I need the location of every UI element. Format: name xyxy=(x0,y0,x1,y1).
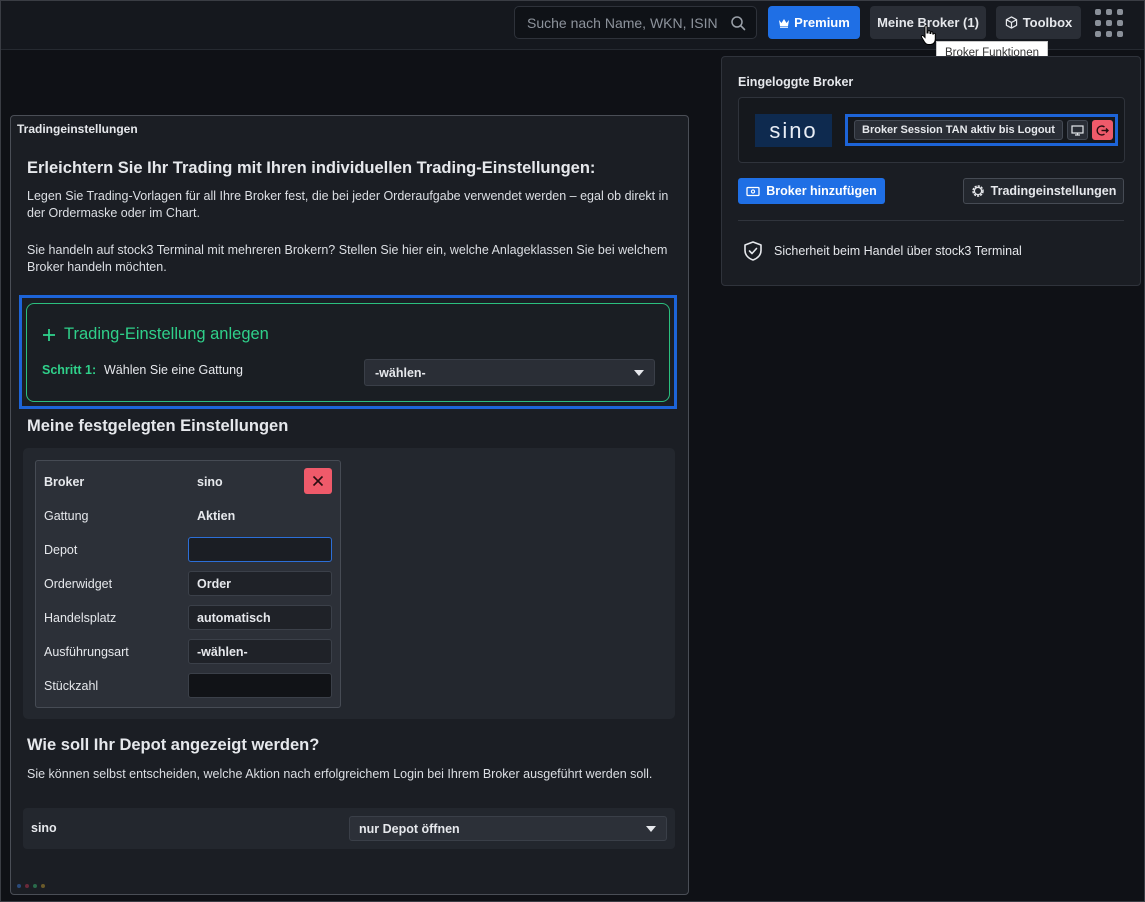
chevron-down-icon xyxy=(634,370,644,376)
my-settings-heading: Meine festgelegten Einstellungen xyxy=(27,417,289,435)
security-text: Sicherheit beim Handel über stock3 Termi… xyxy=(774,244,1022,258)
crown-icon xyxy=(779,18,790,28)
session-controls-highlight: Broker Session TAN aktiv bis Logout xyxy=(845,114,1118,146)
depot-broker-name: sino xyxy=(31,821,57,835)
depot-action-row: sino nur Depot öffnen xyxy=(23,808,675,849)
premium-button[interactable]: Premium xyxy=(768,6,860,39)
shield-check-icon xyxy=(744,241,762,261)
create-setting-title[interactable]: Trading-Einstellung anlegen xyxy=(42,325,269,344)
depot-field[interactable] xyxy=(188,537,332,562)
depot-action-value: nur Depot öffnen xyxy=(359,821,460,836)
search-icon[interactable] xyxy=(730,15,746,31)
wallet-icon xyxy=(746,186,760,196)
depot-description: Sie können selbst entscheiden, welche Ak… xyxy=(27,767,653,781)
venue-select[interactable]: automatisch xyxy=(188,605,332,630)
quantity-label: Stückzahl xyxy=(44,679,99,693)
premium-label: Premium xyxy=(794,15,850,30)
intro-heading: Erleichtern Sie Ihr Trading mit Ihren in… xyxy=(27,159,596,177)
toolbox-label: Toolbox xyxy=(1022,15,1073,30)
search-box[interactable] xyxy=(514,6,757,39)
logged-in-brokers-title: Eingeloggte Broker xyxy=(738,75,854,89)
execution-label: Ausführungsart xyxy=(44,645,129,659)
trading-settings-label: Tradingeinstellungen xyxy=(990,184,1117,198)
close-icon xyxy=(312,475,324,487)
security-info[interactable]: Sicherheit beim Handel über stock3 Termi… xyxy=(742,240,1022,262)
step-label: Schritt 1: xyxy=(42,363,97,377)
search-input[interactable] xyxy=(527,14,730,31)
create-setting-label: Trading-Einstellung anlegen xyxy=(64,325,269,343)
status-dots xyxy=(17,884,45,888)
execution-select[interactable]: -wählen- xyxy=(188,639,332,664)
add-broker-label: Broker hinzufügen xyxy=(766,184,877,198)
trading-settings-button[interactable]: Tradingeinstellungen xyxy=(963,178,1124,204)
broker-label: Broker xyxy=(44,475,85,489)
orderwidget-label: Orderwidget xyxy=(44,577,113,591)
broker-value: sino xyxy=(197,475,223,489)
step-text: Wählen Sie eine Gattung xyxy=(104,363,243,377)
add-broker-button[interactable]: Broker hinzufügen xyxy=(738,178,885,204)
logout-icon xyxy=(1096,124,1109,136)
settings-area: Broker sino Gattung Aktien Depot Orderwi… xyxy=(23,448,675,719)
toolbox-button[interactable]: Toolbox xyxy=(996,6,1081,39)
gear-icon xyxy=(971,185,984,197)
genus-value: Aktien xyxy=(197,509,236,523)
genus-select[interactable]: -wählen- xyxy=(364,359,655,386)
monitor-button[interactable] xyxy=(1066,120,1088,140)
logout-button[interactable] xyxy=(1091,120,1113,140)
delete-setting-button[interactable] xyxy=(304,468,332,494)
cube-icon xyxy=(1005,16,1017,29)
create-setting-box: Trading-Einstellung anlegen Schritt 1: W… xyxy=(26,303,670,402)
depot-label: Depot xyxy=(44,543,78,557)
quantity-field[interactable] xyxy=(188,673,332,698)
venue-label: Handelsplatz xyxy=(44,611,117,625)
genus-select-value: -wählen- xyxy=(375,365,426,380)
monitor-icon xyxy=(1071,124,1084,136)
trading-settings-panel: Tradingeinstellungen Erleichtern Sie Ihr… xyxy=(10,115,689,895)
orderwidget-select[interactable]: Order xyxy=(188,571,332,596)
broker-entry: sino Broker Session TAN aktiv bis Logout xyxy=(738,97,1125,163)
broker-dropdown-panel: Eingeloggte Broker sino Broker Session T… xyxy=(721,56,1141,286)
intro-paragraph-2: Sie handeln auf stock3 Terminal mit mehr… xyxy=(27,243,668,274)
depot-heading: Wie soll Ihr Depot angezeigt werden? xyxy=(27,736,320,754)
settings-card: Broker sino Gattung Aktien Depot Orderwi… xyxy=(35,460,341,708)
panel-title: Tradingeinstellungen xyxy=(17,122,138,136)
intro-paragraph-1: Legen Sie Trading-Vorlagen für all Ihre … xyxy=(27,189,669,220)
genus-label: Gattung xyxy=(44,509,89,523)
apps-grid-icon[interactable] xyxy=(1095,9,1123,37)
plus-icon xyxy=(43,328,55,341)
sino-logo: sino xyxy=(755,114,832,147)
divider xyxy=(738,220,1124,221)
session-status-badge[interactable]: Broker Session TAN aktiv bis Logout xyxy=(854,120,1063,140)
chevron-down-icon xyxy=(646,826,656,832)
depot-action-select[interactable]: nur Depot öffnen xyxy=(349,816,667,841)
create-setting-highlight: Trading-Einstellung anlegen Schritt 1: W… xyxy=(19,295,677,409)
